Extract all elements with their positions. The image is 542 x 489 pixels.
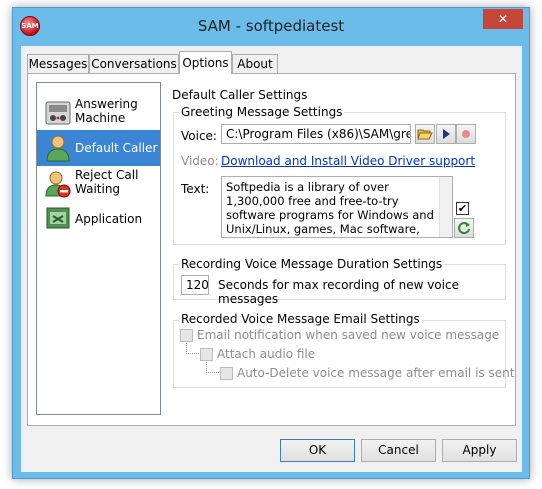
play-icon bbox=[443, 129, 450, 139]
apply-button[interactable]: Apply bbox=[442, 439, 517, 462]
voice-label: Voice: bbox=[181, 129, 217, 143]
options-nav-list[interactable]: Answering Machine Default Caller Reject … bbox=[36, 82, 161, 415]
video-driver-link[interactable]: Download and Install Video Driver suppor… bbox=[221, 154, 475, 168]
attach-audio-checkbox[interactable] bbox=[200, 348, 213, 361]
tab-options[interactable]: Options bbox=[179, 51, 232, 74]
nav-label-reject-line1: Reject Call bbox=[75, 168, 139, 182]
options-panel: Answering Machine Default Caller Reject … bbox=[27, 73, 516, 426]
client-area: Messages Conversations Options About Ans… bbox=[21, 46, 522, 472]
default-caller-title: Default Caller Settings bbox=[172, 88, 308, 102]
email-legend: Recorded Voice Message Email Settings bbox=[179, 312, 422, 326]
close-button[interactable]: ✕ bbox=[483, 9, 523, 29]
nav-label-answering-line1: Answering bbox=[75, 97, 138, 111]
record-voice-button[interactable] bbox=[456, 124, 476, 144]
email-notification-checkbox[interactable] bbox=[180, 329, 193, 342]
greeting-text-area[interactable]: Softpedia is a library of over 1,300,000… bbox=[221, 176, 453, 238]
refresh-icon bbox=[458, 222, 470, 235]
video-label: Video: bbox=[181, 154, 219, 168]
folder-open-icon bbox=[417, 129, 433, 140]
cancel-button[interactable]: Cancel bbox=[361, 439, 436, 462]
title-bar[interactable]: SAM SAM - softpediatest ✕ bbox=[13, 8, 529, 46]
nav-label-application: Application bbox=[75, 212, 143, 226]
greeting-text-value: Softpedia is a library of over 1,300,000… bbox=[226, 180, 434, 237]
ok-button[interactable]: OK bbox=[280, 439, 355, 462]
reject-call-icon bbox=[45, 171, 71, 198]
nav-item-answering-machine[interactable]: Answering Machine bbox=[37, 95, 160, 131]
voice-path-input[interactable]: C:\Program Files (x86)\SAM\greeting.wav bbox=[221, 124, 411, 144]
tab-conversations[interactable]: Conversations bbox=[89, 54, 179, 73]
auto-delete-checkbox[interactable] bbox=[220, 367, 233, 380]
max-seconds-input[interactable]: 120 bbox=[181, 275, 209, 295]
nav-label-reject-line2: Waiting bbox=[75, 182, 121, 196]
nav-label-answering-line2: Machine bbox=[75, 111, 126, 125]
play-voice-button[interactable] bbox=[436, 124, 456, 144]
window-title: SAM - softpediatest bbox=[197, 17, 345, 35]
nav-item-default-caller[interactable]: Default Caller bbox=[37, 130, 160, 166]
greeting-legend: Greeting Message Settings bbox=[179, 105, 345, 119]
nav-item-reject-call-waiting[interactable]: Reject Call Waiting bbox=[37, 166, 160, 202]
text-enabled-checkbox[interactable]: ✔ bbox=[456, 202, 469, 215]
attach-audio-label: Attach audio file bbox=[217, 347, 316, 361]
application-icon bbox=[46, 207, 70, 229]
app-window: SAM SAM - softpediatest ✕ Messages Conve… bbox=[12, 7, 530, 479]
browse-voice-button[interactable] bbox=[415, 124, 435, 144]
max-seconds-label: Seconds for max recording of new voice m… bbox=[218, 278, 459, 306]
refresh-text-button[interactable] bbox=[454, 218, 474, 238]
duration-legend: Recording Voice Message Duration Setting… bbox=[179, 257, 445, 271]
record-icon bbox=[462, 130, 470, 138]
tree-connector bbox=[186, 343, 199, 354]
default-caller-icon bbox=[46, 135, 70, 162]
tab-about[interactable]: About bbox=[232, 54, 278, 73]
text-scrollbar[interactable] bbox=[439, 177, 452, 237]
nav-label-default-caller: Default Caller bbox=[75, 141, 158, 155]
nav-item-application[interactable]: Application bbox=[37, 201, 160, 237]
auto-delete-label: Auto-Delete voice message after email is… bbox=[237, 366, 515, 380]
email-notification-label: Email notification when saved new voice … bbox=[197, 328, 500, 342]
text-label: Text: bbox=[181, 182, 210, 196]
tab-messages[interactable]: Messages bbox=[27, 54, 89, 73]
answering-machine-icon bbox=[45, 101, 71, 125]
tree-connector bbox=[206, 362, 219, 373]
